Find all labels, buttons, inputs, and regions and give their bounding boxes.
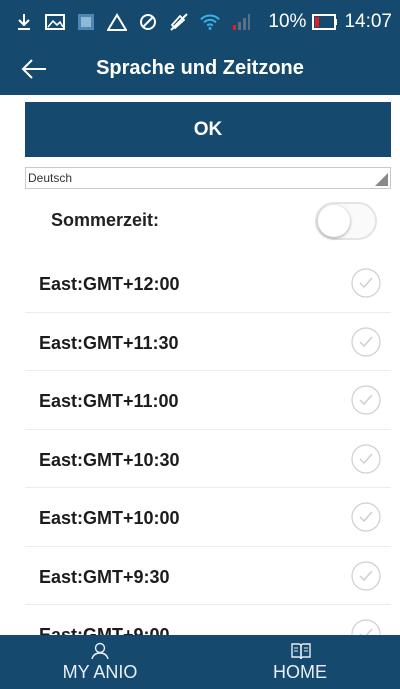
toggle-knob [318, 205, 350, 237]
timezone-label: East:GMT+10:00 [39, 508, 180, 528]
language-select[interactable]: Deutsch [25, 167, 391, 189]
nav-my-anio-label: MY ANIO [62, 661, 138, 682]
app-bar: Sprache und Zeitzone [0, 43, 400, 95]
check-circle-icon[interactable] [351, 385, 381, 415]
timezone-row[interactable]: East:GMT+11:30 [25, 313, 391, 371]
timezone-label: East:GMT+10:30 [39, 449, 180, 470]
timezone-row[interactable]: East:GMT+9:30 [25, 547, 391, 605]
download-icon [14, 12, 34, 32]
mute-icon [169, 12, 189, 32]
warning-icon [107, 12, 127, 32]
page-title: Sprache und Zeitzone [96, 57, 304, 79]
check-circle-icon[interactable] [351, 268, 381, 298]
timezone-row[interactable]: East:GMT+12:00 [25, 254, 391, 313]
nav-my-anio[interactable]: MY ANIO [0, 635, 200, 689]
check-circle-icon[interactable] [351, 326, 381, 357]
book-icon [290, 642, 311, 660]
image-icon [45, 12, 65, 32]
status-right: 10% 14:07 [268, 11, 392, 33]
ok-button[interactable]: OK [25, 102, 391, 157]
check-circle-icon[interactable] [351, 560, 381, 591]
timezone-label: East:GMT+9:30 [39, 566, 170, 587]
battery-icon [312, 13, 338, 30]
status-icons [14, 12, 268, 32]
phone-screen: 10% 14:07 Sprache und Zeitzone OK Deutsc… [0, 0, 400, 689]
dst-toggle[interactable] [315, 202, 377, 240]
person-icon [90, 642, 110, 660]
status-bar: 10% 14:07 [0, 0, 400, 43]
sync-icon [138, 12, 158, 32]
dropdown-arrow-icon [375, 173, 388, 186]
language-select-value: Deutsch [28, 171, 73, 185]
bottom-nav: MY ANIO HOME [0, 635, 400, 689]
timezone-list: East:GMT+12:00 East:GMT+11:30 East:GMT+1… [25, 254, 391, 664]
dst-row: Sommerzeit: [25, 198, 391, 244]
timezone-label: East:GMT+11:00 [39, 391, 179, 411]
timezone-row[interactable]: East:GMT+10:00 [25, 488, 391, 547]
clock-time: 14:07 [344, 10, 392, 32]
nav-home-label: HOME [273, 661, 327, 682]
check-circle-icon[interactable] [351, 443, 381, 474]
wifi-icon [200, 12, 220, 32]
timezone-row[interactable]: East:GMT+10:30 [25, 430, 391, 488]
timezone-label: East:GMT+11:30 [39, 332, 179, 353]
signal-icon [231, 12, 251, 32]
check-circle-icon[interactable] [351, 502, 381, 532]
app-icon [76, 12, 96, 32]
dst-label: Sommerzeit: [51, 210, 160, 230]
timezone-row[interactable]: East:GMT+11:00 [25, 371, 391, 430]
battery-percent: 10% [268, 10, 307, 32]
timezone-label: East:GMT+12:00 [39, 274, 180, 294]
nav-home[interactable]: HOME [200, 635, 400, 689]
